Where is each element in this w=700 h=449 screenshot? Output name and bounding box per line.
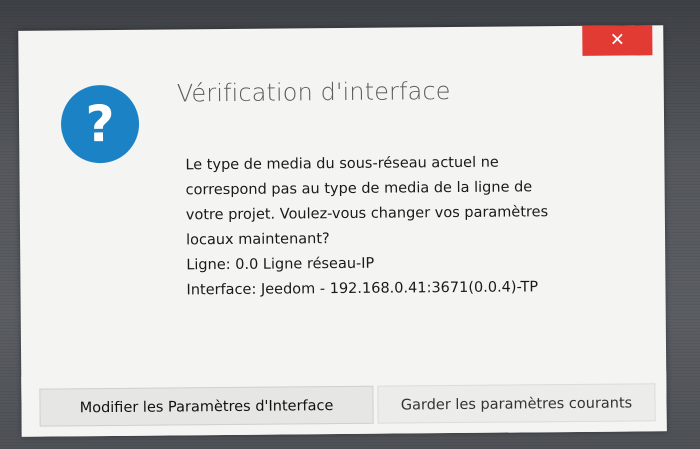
question-icon: ? [60, 84, 140, 164]
message-line: votre projet. Voulez-vous changer vos pa… [185, 204, 549, 224]
line-info: Ligne: 0.0 Ligne réseau-IP [186, 255, 375, 274]
button-bar: Modifier les Paramètres d'Interface Gard… [21, 371, 667, 437]
message-line: Le type de media du sous-réseau actuel n… [185, 154, 499, 174]
interface-verification-dialog: ✕ ? Vérification d'interface Le type de … [18, 25, 667, 437]
modify-settings-button[interactable]: Modifier les Paramètres d'Interface [39, 385, 374, 427]
interface-info: Interface: Jeedom - 192.168.0.41:3671(0.… [186, 279, 539, 299]
message-line: locaux maintenant? [186, 231, 330, 249]
close-button[interactable]: ✕ [582, 25, 653, 56]
dialog-message: Le type de media du sous-réseau actuel n… [185, 150, 606, 304]
keep-settings-button[interactable]: Garder les paramètres courants [377, 383, 656, 424]
message-line: correspond pas au type de media de la li… [185, 179, 533, 199]
dialog-title: Vérification d'interface [176, 77, 451, 108]
close-icon: ✕ [609, 29, 625, 51]
